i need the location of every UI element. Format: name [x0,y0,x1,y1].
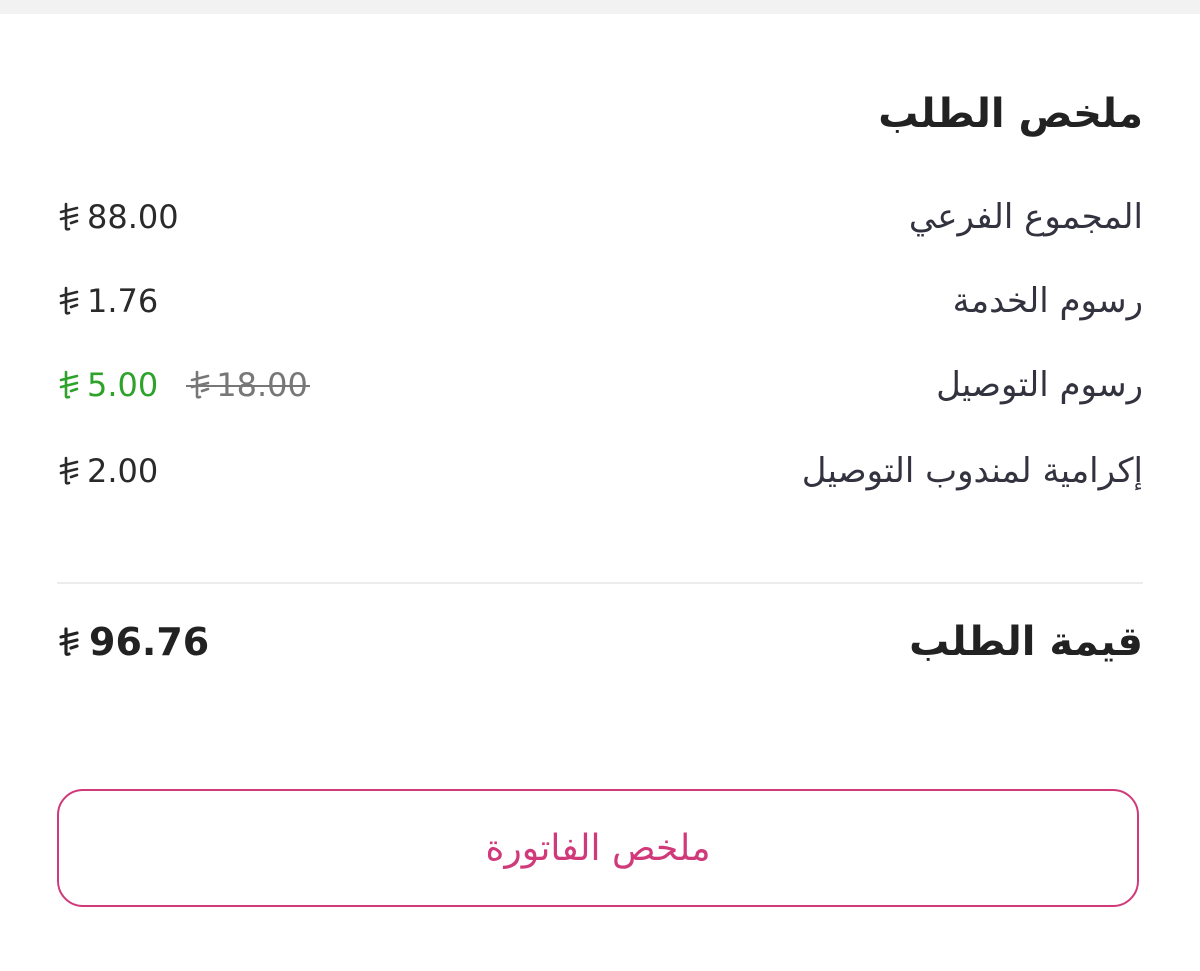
old-amount-value: 18.00 [216,366,308,404]
summary-row-service-fee: رسوم الخدمة 1.76 [57,276,1143,326]
amount-value: 5.00 [87,366,159,404]
total-label: قيمة الطلب [909,619,1143,665]
riyal-symbol-icon [188,370,210,400]
total-row: قيمة الطلب 96.76 [57,612,1143,672]
row-amount: 88.00 [57,192,179,242]
riyal-symbol-icon [57,627,79,657]
riyal-symbol-icon [57,370,79,400]
summary-row-driver-tip: إكرامية لمندوب التوصيل 2.00 [57,446,1143,496]
original-amount-strikethrough: 18.00 [186,360,310,410]
riyal-symbol-icon [57,456,79,486]
riyal-symbol-icon [57,286,79,316]
row-label: رسوم الخدمة [952,281,1143,321]
amount-value: 1.76 [87,282,159,320]
riyal-symbol-icon [57,202,79,232]
row-label: رسوم التوصيل [936,365,1143,405]
row-amount: 5.00 18.00 [57,360,310,410]
discounted-amount: 5.00 [57,360,158,410]
total-amount-value: 96.76 [89,620,210,664]
row-amount: 2.00 [57,446,158,496]
invoice-summary-button[interactable]: ملخص الفاتورة [57,789,1139,907]
total-amount: 96.76 [57,612,209,672]
divider [57,582,1143,584]
summary-row-delivery-fee: رسوم التوصيل 5.00 18.00 [57,360,1143,410]
section-title: ملخص الطلب [878,91,1143,137]
amount-value: 2.00 [87,452,159,490]
row-amount: 1.76 [57,276,158,326]
amount-value: 88.00 [87,198,179,236]
row-label: المجموع الفرعي [908,197,1143,237]
top-strip [0,0,1200,14]
order-summary-panel: ملخص الطلب المجموع الفرعي 88.00 رسوم الخ… [57,14,1143,971]
summary-row-subtotal: المجموع الفرعي 88.00 [57,192,1143,242]
row-label: إكرامية لمندوب التوصيل [801,451,1143,491]
